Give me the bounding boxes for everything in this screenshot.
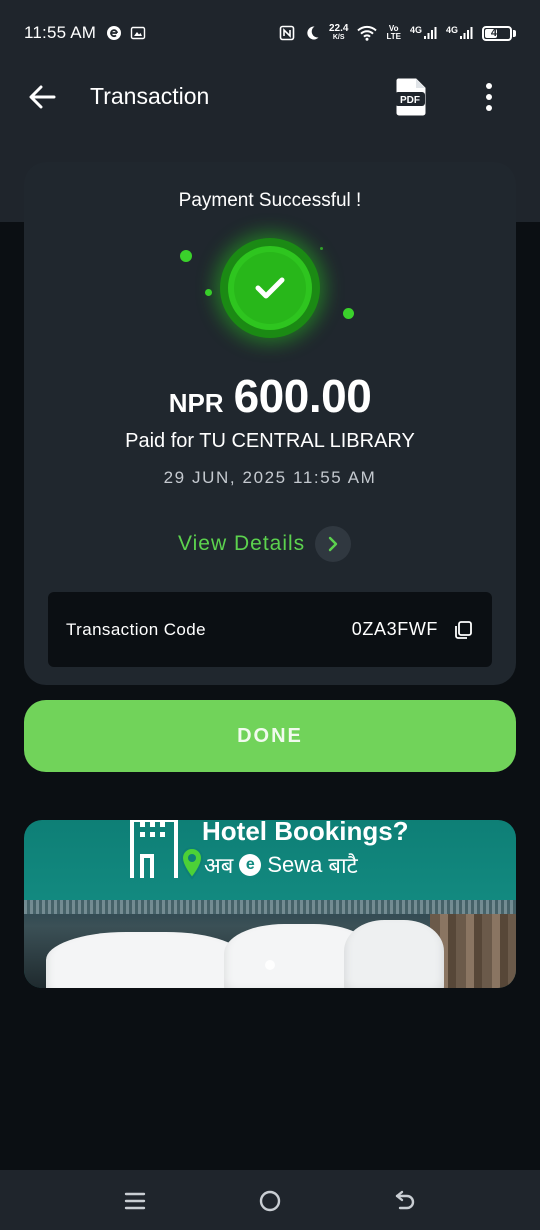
esewa-logo-icon: e xyxy=(239,854,262,876)
signal-icon: 4G xyxy=(410,26,437,40)
net-speed: 22.4 K/S xyxy=(328,23,349,42)
done-label: DONE xyxy=(237,724,303,747)
transaction-date: 29 JUN, 2025 11:55 AM xyxy=(163,468,377,487)
e-icon xyxy=(106,25,122,41)
back-arrow-icon[interactable] xyxy=(22,80,62,114)
currency: NPR xyxy=(168,388,224,418)
chevron-right-icon xyxy=(315,526,352,562)
view-details-button[interactable]: View Details xyxy=(178,526,352,562)
building-location-icon xyxy=(128,820,208,887)
back-nav-icon[interactable] xyxy=(392,1188,418,1214)
carousel-indicator xyxy=(265,960,275,970)
banner-title: Hotel Bookings? xyxy=(202,820,409,846)
moon-icon xyxy=(304,25,320,41)
system-nav-bar xyxy=(0,1170,540,1230)
banner-curtain-strip xyxy=(24,900,516,914)
banner-sub-prefix: अब xyxy=(204,853,234,878)
signal-icon-sim2: 4G xyxy=(446,26,473,40)
copy-icon[interactable] xyxy=(452,619,474,641)
banner-pillow xyxy=(46,932,246,988)
screenshot-icon xyxy=(130,25,146,41)
status-bar: 11:55 AM 22.4 K/S Vo LTE 4G 4G 47 xyxy=(0,0,540,66)
banner-pillow xyxy=(344,920,444,988)
app-bar: Transaction PDF xyxy=(0,66,540,128)
transaction-code-label: Transaction Code xyxy=(66,619,206,639)
nfc-icon xyxy=(279,25,295,41)
transaction-code-box: Transaction Code 0ZA3FWF xyxy=(48,592,492,667)
success-check-icon xyxy=(220,238,320,338)
receipt-card: Payment Successful ! NPR 600.00 Paid for… xyxy=(24,162,516,685)
view-details-label: View Details xyxy=(178,532,306,555)
svg-text:PDF: PDF xyxy=(400,95,420,106)
success-graphic xyxy=(24,162,516,362)
banner-brand: Sewa xyxy=(267,852,323,877)
done-button[interactable]: DONE xyxy=(24,700,516,772)
banner-sub-suffix: बाटै xyxy=(328,853,358,878)
home-icon[interactable] xyxy=(257,1188,283,1214)
volte-indicator: Vo LTE xyxy=(386,24,401,41)
battery-icon: 47 xyxy=(482,25,516,41)
amount-row: NPR 600.00 xyxy=(24,369,516,423)
banner-subtitle: अब e Sewa बाटै xyxy=(204,850,358,880)
paid-for-text: Paid for TU CENTRAL LIBRARY xyxy=(125,430,415,452)
wifi-icon xyxy=(357,25,378,41)
pdf-icon[interactable]: PDF xyxy=(394,77,428,117)
page-title: Transaction xyxy=(90,83,210,109)
more-vert-icon[interactable] xyxy=(474,78,504,116)
transaction-code-value: 0ZA3FWF xyxy=(351,619,438,639)
promo-banner[interactable]: Hotel Bookings? अब e Sewa बाटै xyxy=(24,820,516,988)
amount: 600.00 xyxy=(233,370,372,422)
recents-icon[interactable] xyxy=(122,1188,148,1214)
status-time: 11:55 AM xyxy=(24,23,97,42)
